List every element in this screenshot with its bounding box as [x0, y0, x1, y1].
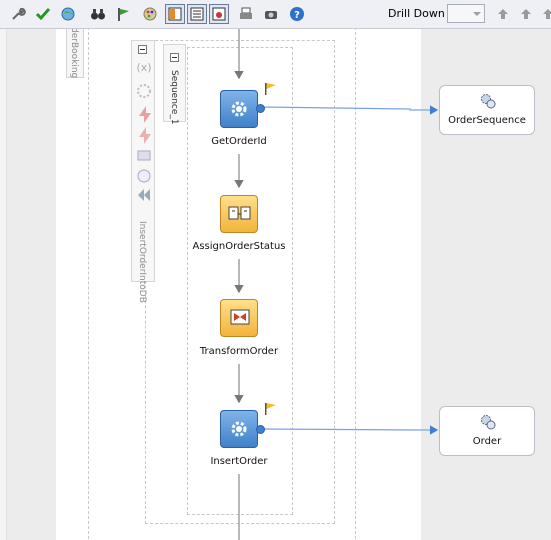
transform-activity-node[interactable]: [220, 299, 258, 337]
help-icon[interactable]: ?: [287, 4, 307, 24]
invoke-activity-node[interactable]: [220, 90, 258, 128]
wrench-icon[interactable]: [8, 4, 28, 24]
partner-link-label: OrderSequence: [448, 115, 526, 126]
partner-port[interactable]: [256, 425, 265, 434]
drill-forward-icon[interactable]: [538, 4, 551, 24]
partner-link-line: [261, 105, 439, 115]
drill-down-stack-select[interactable]: [447, 4, 485, 23]
assign-icon: [228, 206, 251, 220]
gear-icon: [231, 421, 247, 437]
drill-back-icon[interactable]: [516, 4, 536, 24]
flag-icon: [265, 403, 276, 415]
partner-link-card[interactable]: OrderSequence: [439, 85, 535, 135]
activity-label: TransformOrder: [199, 346, 279, 357]
assign-activity-node[interactable]: [220, 195, 258, 233]
partner-port[interactable]: [256, 104, 265, 113]
partner-link-card[interactable]: Order: [439, 406, 535, 456]
gear-icon: [231, 101, 247, 117]
flag-icon[interactable]: [113, 4, 133, 24]
palette-icon[interactable]: [140, 4, 160, 24]
chevron-down-icon: [473, 12, 481, 16]
activity-label: AssignOrderStatus: [192, 241, 286, 252]
print-icon[interactable]: [236, 4, 256, 24]
layout-columns-icon[interactable]: [165, 4, 185, 24]
camera-icon[interactable]: [261, 4, 281, 24]
partner-gears-icon: [481, 415, 496, 430]
validate-check-icon[interactable]: [33, 4, 53, 24]
partner-gears-icon: [481, 94, 496, 109]
flag-icon: [265, 83, 276, 95]
activity-label: GetOrderId: [211, 136, 267, 147]
transform-icon: [230, 309, 250, 325]
partner-link-label: Order: [472, 436, 502, 447]
partner-link-line: [261, 425, 439, 435]
activity-label: InsertOrder: [210, 456, 268, 467]
invoke-activity-node[interactable]: [220, 410, 258, 448]
globe-refresh-icon[interactable]: [58, 4, 78, 24]
stamp-icon[interactable]: [209, 4, 229, 24]
list-view-icon[interactable]: [187, 4, 207, 24]
svg-text:?: ?: [294, 10, 300, 21]
binoculars-icon[interactable]: [88, 4, 108, 24]
bpel-canvas[interactable]: derBooking (x) InsertOrderIntoDB Sequenc…: [0, 29, 551, 540]
toolbar: ? Drill Down Stack:: [0, 0, 551, 29]
drill-up-icon[interactable]: [493, 4, 513, 24]
